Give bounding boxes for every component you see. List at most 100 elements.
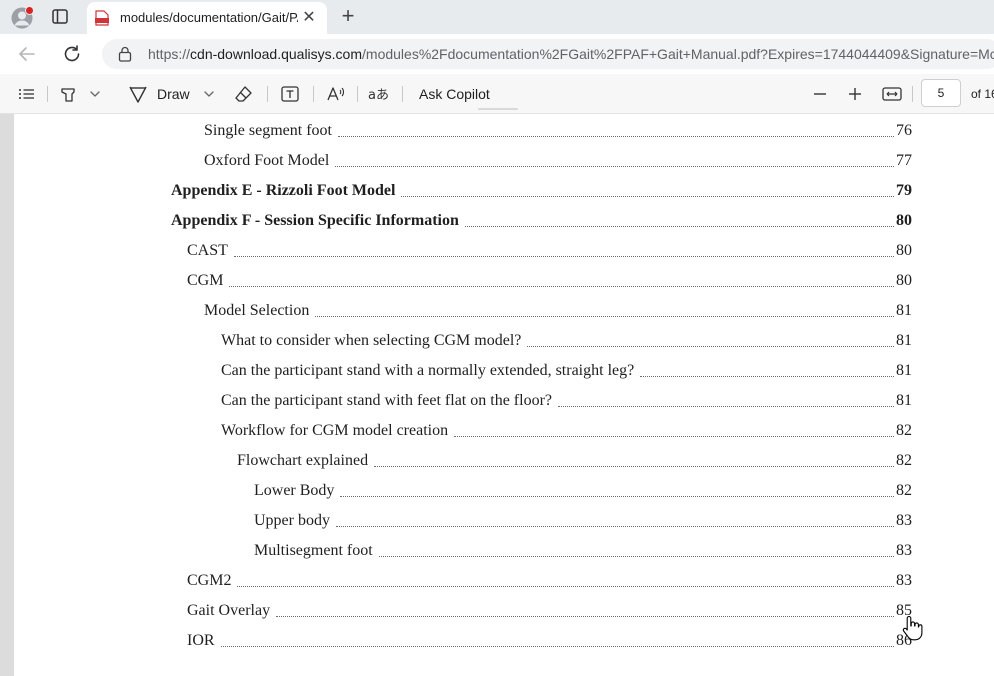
pdf-viewport[interactable]: Single segment foot 76 Oxford Foot Model 77… bbox=[0, 114, 994, 676]
toc-entry-title: Can the participant stand with a normall… bbox=[221, 362, 635, 379]
toc-entry[interactable]: Can the participant stand with feet flat… bbox=[221, 392, 912, 412]
toc-entry-title: What to consider when selecting CGM mode… bbox=[221, 332, 522, 349]
toc-entry-page-number: 81 bbox=[896, 302, 912, 319]
draw-button[interactable]: Draw bbox=[157, 83, 190, 105]
toc-entry[interactable]: Gait Overlay 85 bbox=[187, 602, 912, 622]
eraser-icon[interactable] bbox=[234, 83, 254, 105]
toc-entry-page-number: 83 bbox=[896, 542, 912, 559]
toc-dot-leader bbox=[315, 302, 894, 317]
toc-entry[interactable]: Can the participant stand with a normall… bbox=[221, 362, 912, 382]
toc-dot-leader bbox=[233, 242, 894, 257]
toc-entry[interactable]: Appendix E - Rizzoli Foot Model 79 bbox=[171, 182, 912, 202]
toc-entry-page-number: 81 bbox=[896, 362, 912, 379]
url-prefix: https:// bbox=[148, 46, 191, 62]
zoom-in-icon[interactable] bbox=[846, 83, 864, 105]
toc-entry-page-number: 80 bbox=[896, 242, 912, 259]
zoom-out-icon[interactable] bbox=[811, 83, 829, 105]
toc-entry-title: Oxford Foot Model bbox=[204, 152, 330, 169]
toc-entry-page-number: 82 bbox=[896, 482, 912, 499]
toc-entry[interactable]: IOR 86 bbox=[187, 632, 912, 652]
toc-dot-leader bbox=[237, 572, 894, 587]
toolbar-divider bbox=[313, 86, 314, 102]
toc-entry-page-number: 80 bbox=[896, 272, 912, 289]
reload-icon[interactable] bbox=[61, 43, 83, 65]
toc-entry-title: CGM bbox=[187, 272, 224, 289]
fit-page-icon[interactable] bbox=[881, 83, 903, 105]
hand-pointer-cursor-icon bbox=[902, 614, 924, 642]
toc-dot-leader bbox=[374, 452, 894, 467]
active-tab[interactable]: modules/documentation/Gait/PAF ✕ bbox=[87, 2, 327, 34]
highlight-options-chevron-down-icon[interactable] bbox=[88, 83, 102, 105]
toc-entry[interactable]: Upper body 83 bbox=[254, 512, 912, 532]
toc-entry[interactable]: CGM2 83 bbox=[187, 572, 912, 592]
new-tab-icon[interactable]: + bbox=[338, 5, 358, 27]
toc-entry-title: Appendix F - Session Specific Informatio… bbox=[171, 212, 459, 229]
toc-entry[interactable]: Lower Body 82 bbox=[254, 482, 912, 502]
toc-entry-page-number: 80 bbox=[896, 212, 912, 229]
toc-dot-leader bbox=[335, 512, 894, 527]
draw-icon[interactable] bbox=[128, 83, 148, 105]
url-text[interactable]: https://cdn-download.qualisys.com/module… bbox=[148, 46, 994, 62]
toc-entry[interactable]: Flowchart explained 82 bbox=[237, 452, 912, 472]
toc-entry[interactable]: What to consider when selecting CGM mode… bbox=[221, 332, 912, 352]
toc-entry-title: Model Selection bbox=[204, 302, 310, 319]
copilot-indicator bbox=[478, 108, 518, 110]
toc-entry-page-number: 77 bbox=[896, 152, 912, 169]
translate-icon[interactable]: aあ bbox=[368, 83, 390, 105]
toc-dot-leader bbox=[401, 182, 894, 197]
page-number-input[interactable]: 5 bbox=[921, 79, 961, 107]
notification-dot bbox=[25, 6, 34, 15]
navigation-bar: https://cdn-download.qualisys.com/module… bbox=[0, 34, 994, 74]
close-tab-icon[interactable]: ✕ bbox=[301, 10, 317, 26]
toc-entry-page-number: 81 bbox=[896, 392, 912, 409]
svg-text:aあ: aあ bbox=[368, 88, 389, 103]
toc-entry-title: Workflow for CGM model creation bbox=[221, 422, 449, 439]
toc-dot-leader bbox=[527, 332, 894, 347]
ask-copilot-button[interactable]: Ask Copilot bbox=[419, 83, 490, 105]
back-arrow-icon[interactable] bbox=[17, 44, 37, 64]
lock-icon[interactable] bbox=[118, 46, 132, 62]
address-bar[interactable]: https://cdn-download.qualisys.com/module… bbox=[102, 39, 994, 69]
toc-entry[interactable]: Oxford Foot Model 77 bbox=[204, 152, 912, 172]
contents-icon[interactable] bbox=[17, 83, 37, 105]
text-box-icon[interactable] bbox=[280, 83, 300, 105]
toc-entry[interactable]: Single segment foot 76 bbox=[204, 122, 912, 142]
toolbar-divider bbox=[47, 86, 48, 102]
toc-dot-leader bbox=[640, 362, 894, 377]
pdf-page: Single segment foot 76 Oxford Foot Model 77… bbox=[14, 114, 994, 676]
toc-entry-title: Can the participant stand with feet flat… bbox=[221, 392, 552, 409]
url-path: /modules%2Fdocumentation%2FGait%2FPAF+Ga… bbox=[362, 46, 994, 62]
toc-entry[interactable]: Model Selection 81 bbox=[204, 302, 912, 322]
toolbar-divider bbox=[267, 86, 268, 102]
pdf-toolbar: Draw aあ Ask Copilot 5 of 1 bbox=[0, 74, 994, 114]
tab-strip: modules/documentation/Gait/PAF ✕ + bbox=[0, 0, 994, 34]
toc-dot-leader bbox=[454, 422, 894, 437]
read-aloud-icon[interactable] bbox=[326, 83, 346, 105]
toc-entry[interactable]: Multisegment foot 83 bbox=[254, 542, 912, 562]
toc-entry[interactable]: Workflow for CGM model creation 82 bbox=[221, 422, 912, 442]
highlight-icon[interactable] bbox=[59, 83, 79, 105]
toc-entry-title: Flowchart explained bbox=[237, 452, 369, 469]
url-host: cdn-download.qualisys.com bbox=[190, 46, 363, 62]
toc-entry-page-number: 83 bbox=[896, 512, 912, 529]
toc-dot-leader bbox=[229, 272, 894, 287]
draw-options-chevron-down-icon[interactable] bbox=[202, 83, 216, 105]
tab-title: modules/documentation/Gait/PAF bbox=[120, 10, 298, 25]
toolbar-divider bbox=[402, 86, 403, 102]
toc-entry[interactable]: Appendix F - Session Specific Informatio… bbox=[171, 212, 912, 232]
toc-entry[interactable]: CGM 80 bbox=[187, 272, 912, 292]
toc-dot-leader bbox=[340, 482, 894, 497]
toolbar-divider bbox=[912, 86, 913, 102]
toc-entry-title: Lower Body bbox=[254, 482, 335, 499]
profile-avatar-icon[interactable] bbox=[11, 6, 34, 29]
toc-entry-title: IOR bbox=[187, 632, 215, 649]
toc-dot-leader bbox=[464, 212, 894, 227]
workspaces-icon[interactable] bbox=[52, 9, 68, 24]
pdf-file-icon bbox=[95, 10, 109, 26]
toc-entry[interactable]: CAST 80 bbox=[187, 242, 912, 262]
toc-entry-page-number: 82 bbox=[896, 452, 912, 469]
toc-entry-title: Single segment foot bbox=[204, 122, 332, 139]
toc-dot-leader bbox=[337, 122, 894, 137]
toc-entry-title: CAST bbox=[187, 242, 228, 259]
toolbar-divider bbox=[357, 86, 358, 102]
